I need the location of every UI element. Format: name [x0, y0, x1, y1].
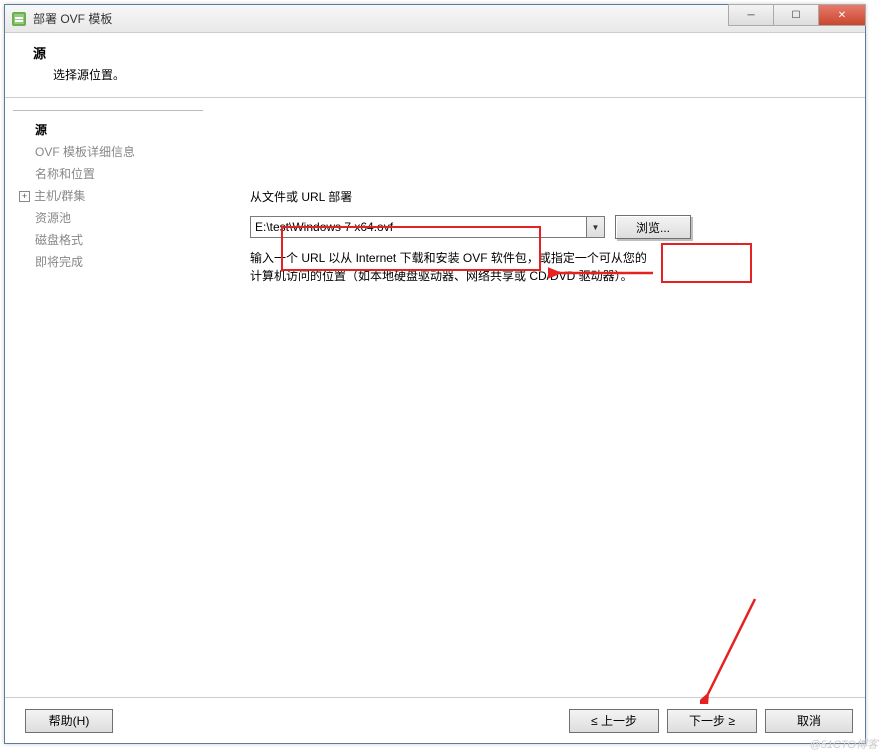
- wizard-body: 源 OVF 模板详细信息 名称和位置 + 主机/群集 资源池 磁盘格式: [5, 98, 865, 697]
- deploy-source-label: 从文件或 URL 部署: [250, 188, 835, 205]
- header-title: 源: [33, 43, 837, 62]
- expand-icon[interactable]: +: [19, 191, 30, 202]
- wizard-header: 源 选择源位置。: [5, 33, 865, 98]
- step-disk-format[interactable]: 磁盘格式: [13, 229, 203, 251]
- header-subtitle: 选择源位置。: [53, 66, 837, 83]
- main-content: 从文件或 URL 部署 ▼ 浏览... 输入一个 URL 以从 Internet…: [210, 98, 865, 697]
- path-input-row: ▼ 浏览...: [250, 215, 835, 239]
- step-label: 磁盘格式: [35, 231, 83, 249]
- wizard-steps-sidebar: 源 OVF 模板详细信息 名称和位置 + 主机/群集 资源池 磁盘格式: [5, 98, 210, 697]
- step-label: 即将完成: [35, 253, 83, 271]
- step-host-cluster[interactable]: + 主机/群集: [13, 185, 203, 207]
- back-button[interactable]: ≤ 上一步: [569, 709, 659, 733]
- title-bar: 部署 OVF 模板 ─ ☐ ✕: [5, 5, 865, 33]
- window-title: 部署 OVF 模板: [33, 10, 728, 27]
- deploy-ovf-window: 部署 OVF 模板 ─ ☐ ✕ 源 选择源位置。 源 OVF 模板详细信息 名称…: [4, 4, 866, 744]
- step-ovf-details[interactable]: OVF 模板详细信息: [13, 141, 203, 163]
- dropdown-arrow-icon[interactable]: ▼: [586, 217, 604, 237]
- step-label: 主机/群集: [34, 187, 85, 205]
- help-button[interactable]: 帮助(H): [25, 709, 113, 733]
- step-resource-pool[interactable]: 资源池: [13, 207, 203, 229]
- step-label: 资源池: [35, 209, 71, 227]
- minimize-button[interactable]: ─: [728, 4, 774, 26]
- close-button[interactable]: ✕: [818, 4, 866, 26]
- window-controls: ─ ☐ ✕: [728, 5, 865, 32]
- watermark: @51CTO博客: [810, 736, 878, 752]
- app-icon: [11, 11, 27, 27]
- path-input[interactable]: [250, 216, 605, 238]
- maximize-button[interactable]: ☐: [773, 4, 819, 26]
- browse-button[interactable]: 浏览...: [615, 215, 691, 239]
- help-text: 输入一个 URL 以从 Internet 下载和安装 OVF 软件包，或指定一个…: [250, 249, 750, 285]
- wizard-footer: 帮助(H) ≤ 上一步 下一步 ≥ 取消: [5, 697, 865, 743]
- step-label: 名称和位置: [35, 165, 95, 183]
- path-combo: ▼: [250, 216, 605, 238]
- step-label: OVF 模板详细信息: [35, 143, 135, 161]
- step-source[interactable]: 源: [13, 119, 203, 141]
- cancel-button[interactable]: 取消: [765, 709, 853, 733]
- next-button[interactable]: 下一步 ≥: [667, 709, 757, 733]
- step-label: 源: [35, 121, 47, 139]
- step-ready-complete[interactable]: 即将完成: [13, 251, 203, 273]
- step-name-location[interactable]: 名称和位置: [13, 163, 203, 185]
